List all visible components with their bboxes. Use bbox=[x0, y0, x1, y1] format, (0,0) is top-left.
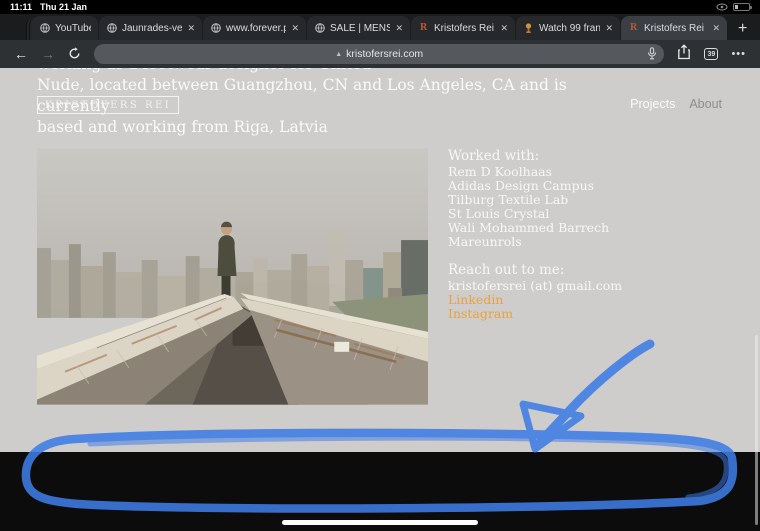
worked-with-item: Wali Mohammed Barrech bbox=[448, 221, 622, 235]
worked-with-item: Mareunrols bbox=[448, 235, 622, 249]
reload-button[interactable] bbox=[68, 47, 81, 62]
tab-sale-mens[interactable]: SALE | MENS - ✕ bbox=[307, 16, 410, 40]
tab-label: Kristofers Rei - bbox=[434, 23, 495, 34]
intro-line-clipped: working as a footwear designer for Unite… bbox=[37, 68, 637, 75]
close-icon[interactable]: ✕ bbox=[187, 23, 195, 34]
site-nav: Projects About bbox=[630, 97, 722, 111]
battery-icon bbox=[733, 3, 750, 11]
scrollbar[interactable] bbox=[755, 335, 758, 525]
tab-label: Watch 99 franc bbox=[539, 23, 600, 34]
date: Thu 21 Jan bbox=[40, 2, 87, 12]
clock: 11:11 bbox=[10, 2, 32, 12]
menu-button[interactable]: ••• bbox=[731, 48, 746, 60]
worked-with-item: Tilburg Textile Lab bbox=[448, 193, 622, 207]
web-page: working as a footwear designer for Unite… bbox=[0, 68, 760, 452]
share-icon bbox=[677, 44, 691, 60]
worked-with-item: Rem D Koolhaas bbox=[448, 165, 622, 179]
globe-favicon-icon bbox=[210, 23, 221, 34]
eye-icon bbox=[716, 3, 728, 11]
status-bar: 11:11 Thu 21 Jan bbox=[0, 0, 760, 14]
linkedin-link[interactable]: Linkedin bbox=[448, 293, 622, 307]
close-icon[interactable]: ✕ bbox=[500, 23, 508, 34]
forward-button[interactable]: → bbox=[41, 47, 55, 61]
share-button[interactable] bbox=[677, 44, 691, 65]
site-security-icon: ▲ bbox=[335, 51, 342, 58]
close-icon[interactable]: ✕ bbox=[291, 23, 299, 34]
tab-jaunrades[interactable]: Jaunrades-veic ✕ bbox=[99, 16, 202, 40]
back-button[interactable]: ← bbox=[14, 47, 28, 61]
url-text: kristofersrei.com bbox=[346, 48, 423, 60]
worked-with-item: St Louis Crystal bbox=[448, 207, 622, 221]
new-tab-button[interactable]: + bbox=[738, 21, 747, 37]
email-text[interactable]: kristofersrei (at) gmail.com bbox=[448, 279, 622, 293]
globe-favicon-icon bbox=[39, 23, 50, 34]
address-bar[interactable]: ▲ kristofersrei.com bbox=[94, 44, 664, 64]
tab-label: YouTube tc bbox=[55, 23, 91, 34]
tab-label: SALE | MENS - bbox=[330, 23, 390, 34]
home-indicator[interactable] bbox=[282, 520, 478, 525]
mic-icon[interactable] bbox=[647, 47, 657, 65]
contact-column: Worked with: Rem D Koolhaas Adidas Desig… bbox=[448, 148, 622, 321]
intro-line: based and working from Riga, Latvia bbox=[37, 117, 637, 138]
reach-heading: Reach out to me: bbox=[448, 262, 622, 279]
close-icon[interactable]: ✕ bbox=[605, 23, 613, 34]
tab-strip: YouTube tc Jaunrades-veic ✕ www.forever.… bbox=[0, 14, 760, 40]
tab-label: Kristofers Rei - bbox=[644, 23, 707, 34]
nav-link-projects[interactable]: Projects bbox=[630, 97, 675, 111]
tab-watch-99[interactable]: Watch 99 franc ✕ bbox=[516, 16, 620, 40]
tab-kristofers-rei-active[interactable]: R Kristofers Rei - ✕ bbox=[621, 16, 727, 40]
rooftop-photo bbox=[37, 148, 428, 405]
tab-youtube[interactable]: YouTube tc bbox=[32, 16, 98, 40]
browser-toolbar: ← → ▲ kristofersrei.com 39 ••• bbox=[0, 40, 760, 68]
tab-label: www.forever.pl bbox=[226, 23, 286, 34]
close-icon[interactable]: ✕ bbox=[712, 23, 720, 34]
globe-favicon-icon bbox=[106, 23, 117, 34]
worked-with-item: Adidas Design Campus bbox=[448, 179, 622, 193]
tab-switcher-button[interactable]: 39 bbox=[704, 48, 718, 60]
tab-label: Jaunrades-veic bbox=[122, 23, 182, 34]
letter-r-favicon-icon: R bbox=[418, 23, 429, 34]
gold-badge-favicon-icon bbox=[523, 23, 534, 34]
tab-forever[interactable]: www.forever.pl ✕ bbox=[203, 16, 306, 40]
tab-kristofers-rei-1[interactable]: R Kristofers Rei - ✕ bbox=[411, 16, 515, 40]
globe-favicon-icon bbox=[314, 23, 325, 34]
instagram-link[interactable]: Instagram bbox=[448, 307, 622, 321]
letter-r-favicon-icon: R bbox=[628, 23, 639, 34]
site-logo[interactable]: KRISTOFERS REI bbox=[37, 96, 179, 114]
close-icon[interactable]: ✕ bbox=[395, 23, 403, 34]
nav-link-about[interactable]: About bbox=[689, 97, 722, 111]
worked-with-heading: Worked with: bbox=[448, 148, 622, 165]
reload-icon bbox=[68, 47, 81, 60]
